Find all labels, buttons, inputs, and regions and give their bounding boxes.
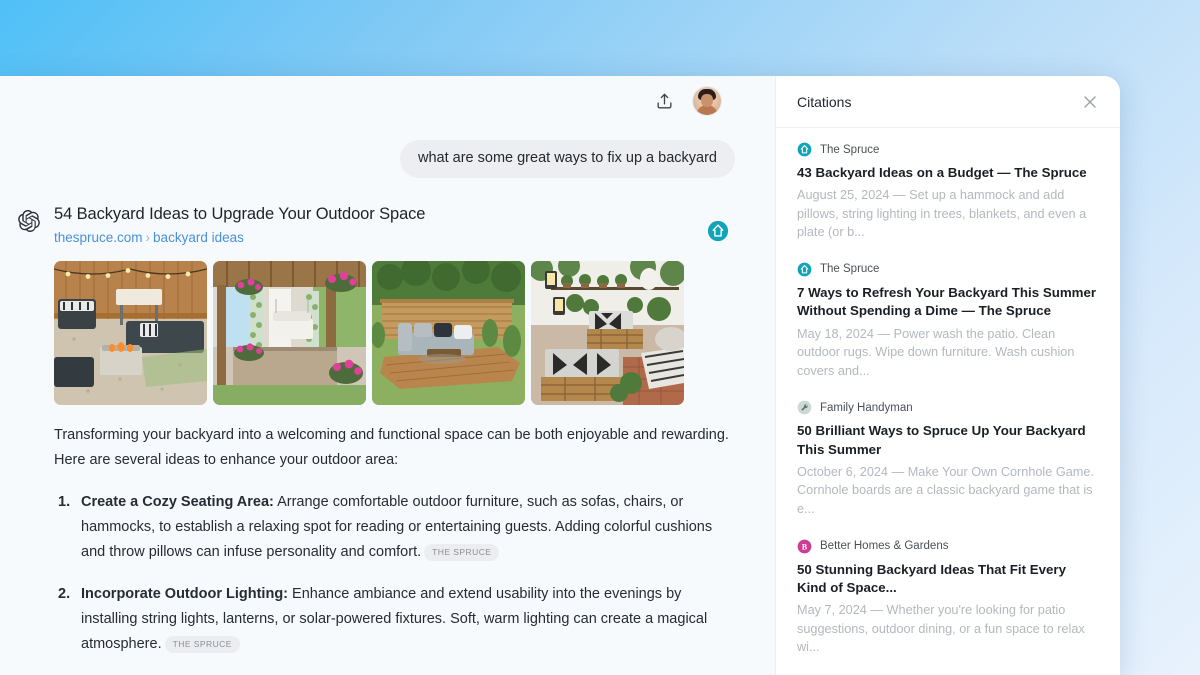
citation-item[interactable]: Family Handyman 50 Brilliant Ways to Spr…: [797, 400, 1099, 518]
search-result-header: 54 Backyard Ideas to Upgrade Your Outdoo…: [54, 204, 729, 245]
result-image-4[interactable]: [531, 261, 684, 405]
citation-title: 50 Brilliant Ways to Spruce Up Your Back…: [797, 423, 1086, 457]
citations-header: Citations: [776, 76, 1120, 128]
citation-source-name: Better Homes & Gardens: [820, 540, 949, 552]
result-image-3[interactable]: [372, 261, 525, 405]
citation-snippet: August 25, 2024 — Set up a hammock and a…: [797, 188, 1087, 240]
image-strip: [54, 261, 729, 405]
result-image-2[interactable]: [213, 261, 366, 405]
main-content-pane: what are some great ways to fix up a bac…: [0, 76, 775, 675]
answer-text: Transforming your backyard into a welcom…: [54, 423, 729, 675]
citation-source-name: The Spruce: [820, 143, 880, 156]
assistant-answer: 54 Backyard Ideas to Upgrade Your Outdoo…: [54, 204, 735, 675]
svg-text:B: B: [802, 542, 808, 551]
inline-citation-chip[interactable]: THE SPRUCE: [424, 543, 500, 562]
avatar-face: [701, 94, 713, 107]
citation-snippet: May 7, 2024 — Whether you're looking for…: [797, 603, 1085, 655]
idea-title: Create a Cozy Seating Area:: [81, 493, 274, 510]
citations-list[interactable]: The Spruce 43 Backyard Ideas on a Budget…: [776, 128, 1120, 675]
conversation: what are some great ways to fix up a bac…: [0, 126, 775, 675]
citation-title: 7 Ways to Refresh Your Backyard This Sum…: [797, 284, 1097, 319]
close-icon[interactable]: [1078, 90, 1102, 114]
main-toolbar: [0, 76, 775, 126]
citations-panel: Citations The Spruce 43 Backyard Ideas o…: [775, 76, 1120, 675]
the-spruce-favicon: [797, 142, 812, 157]
citation-item[interactable]: The Spruce 43 Backyard Ideas on a Budget…: [797, 142, 1099, 242]
openai-logo-icon: [16, 208, 42, 234]
avatar[interactable]: [693, 87, 721, 115]
result-domain: thespruce.com: [54, 230, 143, 245]
better-homes-gardens-favicon: B: [797, 539, 812, 554]
citation-source-row: Family Handyman: [797, 400, 1099, 415]
citation-source-row: The Spruce: [797, 262, 1099, 277]
result-image-1[interactable]: [54, 261, 207, 405]
inline-citation-chip[interactable]: THE SPRUCE: [164, 635, 240, 654]
assistant-message-row: 54 Backyard Ideas to Upgrade Your Outdoo…: [16, 204, 735, 675]
user-message-row: what are some great ways to fix up a bac…: [16, 140, 735, 178]
result-title[interactable]: 54 Backyard Ideas to Upgrade Your Outdoo…: [54, 204, 683, 225]
citation-snippet: May 18, 2024 — Power wash the patio. Cle…: [797, 326, 1075, 378]
breadcrumb-separator: ›: [145, 230, 151, 245]
citations-panel-title: Citations: [797, 93, 852, 110]
the-spruce-favicon: [707, 220, 729, 242]
citation-source-name: Family Handyman: [820, 401, 913, 414]
intro-paragraph: Transforming your backyard into a welcom…: [54, 427, 729, 468]
result-path: backyard ideas: [153, 230, 244, 245]
app-window: what are some great ways to fix up a bac…: [0, 76, 1120, 675]
citation-item[interactable]: The Spruce 7 Ways to Refresh Your Backya…: [797, 262, 1099, 380]
list-item: Create a Cozy Seating Area: Arrange comf…: [54, 490, 729, 565]
idea-title: Incorporate Outdoor Lighting:: [81, 585, 289, 602]
citation-title: 50 Stunning Backyard Ideas That Fit Ever…: [797, 561, 1066, 595]
citation-item[interactable]: B Better Homes & Gardens 50 Stunning Bac…: [797, 539, 1099, 657]
citation-source-name: The Spruce: [820, 263, 880, 276]
citation-source-row: The Spruce: [797, 142, 1099, 157]
citation-title: 43 Backyard Ideas on a Budget — The Spru…: [797, 165, 1087, 180]
ideas-list: Create a Cozy Seating Area: Arrange comf…: [54, 490, 729, 675]
citation-source-row: B Better Homes & Gardens: [797, 539, 1099, 554]
list-item: Incorporate Outdoor Lighting: Enhance am…: [54, 582, 729, 657]
family-handyman-favicon: [797, 400, 812, 415]
the-spruce-favicon: [797, 262, 812, 277]
user-message-bubble: what are some great ways to fix up a bac…: [399, 140, 735, 178]
citation-snippet: October 6, 2024 — Make Your Own Cornhole…: [797, 464, 1094, 516]
result-breadcrumb[interactable]: thespruce.com › backyard ideas: [54, 230, 683, 245]
share-upload-icon[interactable]: [649, 86, 679, 116]
